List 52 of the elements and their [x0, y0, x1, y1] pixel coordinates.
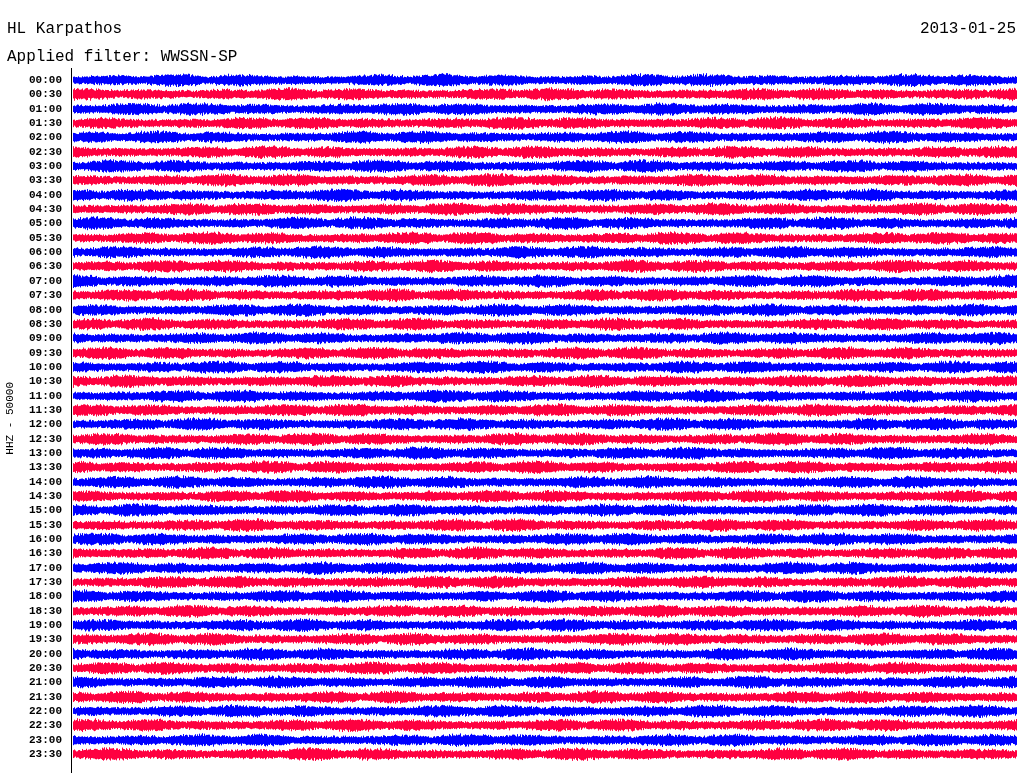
time-label: 10:30 — [29, 374, 62, 389]
axis-label: HHZ - 50000 — [4, 381, 16, 455]
time-label: 09:30 — [29, 345, 62, 360]
time-label: 18:30 — [29, 603, 62, 619]
time-label: 23:00 — [29, 732, 62, 748]
time-label: 07:00 — [29, 273, 62, 289]
time-label: 20:30 — [29, 661, 62, 676]
time-label: 04:30 — [29, 202, 62, 217]
time-label: 13:30 — [29, 460, 62, 475]
time-label: 03:30 — [29, 173, 62, 188]
time-label: 13:00 — [29, 445, 62, 461]
time-label: 19:00 — [29, 618, 62, 633]
time-label: 18:00 — [29, 589, 62, 604]
time-label: 04:00 — [29, 187, 62, 203]
time-label: 08:00 — [29, 302, 62, 317]
time-label: 07:30 — [29, 288, 62, 303]
time-label: 20:00 — [29, 646, 62, 662]
time-label: 15:30 — [29, 517, 62, 532]
time-label: 12:30 — [29, 431, 62, 446]
time-label: 14:30 — [29, 488, 62, 504]
time-label: 06:30 — [29, 259, 62, 274]
time-label: 22:30 — [29, 718, 62, 733]
time-label: 02:00 — [29, 130, 62, 145]
time-label: 19:30 — [29, 632, 62, 647]
time-label: 16:30 — [29, 546, 62, 561]
time-label: 10:00 — [29, 359, 62, 375]
date-label: 2013-01-25 — [920, 20, 1016, 40]
time-label: 05:00 — [29, 216, 62, 231]
time-label: 00:30 — [29, 87, 62, 102]
time-label: 02:30 — [29, 144, 62, 160]
time-label: 17:30 — [29, 575, 62, 590]
time-label: 21:30 — [29, 689, 62, 705]
time-label: 12:00 — [29, 417, 62, 432]
time-label: 23:30 — [29, 747, 62, 762]
time-label: 11:00 — [29, 388, 62, 403]
station-title: HL Karpathos — [7, 20, 123, 40]
time-label: 09:00 — [29, 331, 62, 346]
time-label: 15:00 — [29, 503, 62, 518]
time-label: 22:00 — [29, 704, 62, 719]
time-label: 01:00 — [29, 101, 62, 117]
time-label: 21:00 — [29, 675, 62, 690]
time-label: 06:00 — [29, 245, 62, 260]
time-label: 08:30 — [29, 316, 62, 332]
time-label: 14:00 — [29, 474, 62, 489]
time-label: 03:00 — [29, 159, 62, 174]
time-label: 17:00 — [29, 560, 62, 576]
filter-label: Applied filter: WWSSN-SP — [7, 48, 238, 66]
time-label: 11:30 — [29, 402, 62, 418]
time-label: 05:30 — [29, 230, 62, 246]
time-label: 01:30 — [29, 116, 62, 131]
time-label: 00:00 — [29, 73, 62, 88]
time-label: 16:00 — [29, 532, 62, 547]
